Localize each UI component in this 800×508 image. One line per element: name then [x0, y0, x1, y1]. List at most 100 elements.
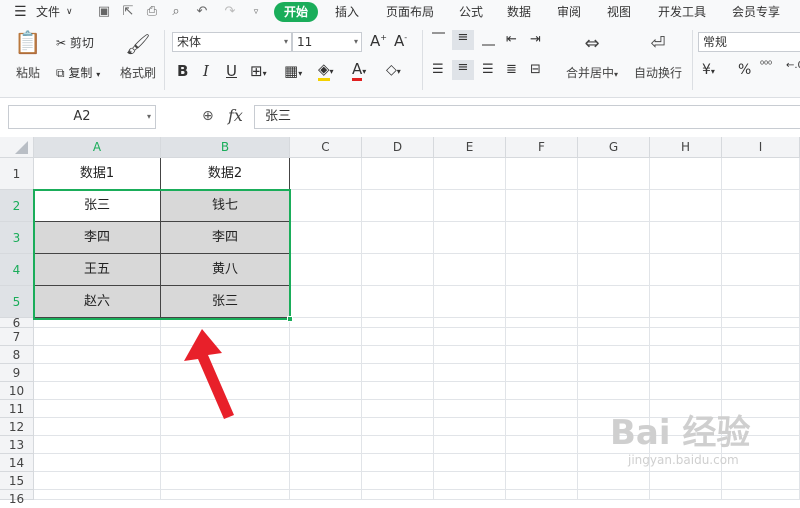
cell-f14[interactable]	[506, 454, 578, 472]
cell-f13[interactable]	[506, 436, 578, 454]
file-menu[interactable]: 文件	[36, 3, 60, 21]
cell-f4[interactable]	[506, 254, 578, 286]
cell-e2[interactable]	[434, 190, 506, 222]
cell-a9[interactable]	[34, 364, 161, 382]
cell-i2[interactable]	[722, 190, 800, 222]
cell-i8[interactable]	[722, 346, 800, 364]
cell-e1[interactable]	[434, 158, 506, 190]
cell-h2[interactable]	[650, 190, 722, 222]
cell-f2[interactable]	[506, 190, 578, 222]
cell-i1[interactable]	[722, 158, 800, 190]
cell-f9[interactable]	[506, 364, 578, 382]
fill-handle[interactable]	[287, 316, 293, 322]
cell-i4[interactable]	[722, 254, 800, 286]
copy-button[interactable]: ⧉ 复制 ▾	[56, 64, 100, 81]
cell-d5[interactable]	[362, 286, 434, 318]
column-header-d[interactable]: D	[362, 137, 434, 158]
row-header-15[interactable]: 15	[0, 472, 34, 490]
cell-e4[interactable]	[434, 254, 506, 286]
cell-d8[interactable]	[362, 346, 434, 364]
row-header-10[interactable]: 10	[0, 382, 34, 400]
cell-c3[interactable]	[290, 222, 362, 254]
cell-b2[interactable]: 钱七	[161, 190, 290, 222]
cell-f8[interactable]	[506, 346, 578, 364]
row-header-4[interactable]: 4	[0, 254, 34, 286]
hamburger-icon[interactable]: ☰	[14, 3, 27, 21]
tab-formula[interactable]: 公式	[454, 2, 488, 22]
row-header-13[interactable]: 13	[0, 436, 34, 454]
tab-home[interactable]: 开始	[274, 2, 318, 22]
cell-c16[interactable]	[290, 490, 362, 500]
cell-b16[interactable]	[161, 490, 290, 500]
cell-f3[interactable]	[506, 222, 578, 254]
cell-f11[interactable]	[506, 400, 578, 418]
cell-c2[interactable]	[290, 190, 362, 222]
cell-i3[interactable]	[722, 222, 800, 254]
column-header-b[interactable]: B	[161, 137, 290, 158]
cell-f15[interactable]	[506, 472, 578, 490]
name-box[interactable]: A2 ▾	[8, 105, 156, 129]
currency-icon[interactable]: ¥▾	[702, 62, 715, 78]
row-header-16[interactable]: 16	[0, 490, 34, 506]
cell-h8[interactable]	[650, 346, 722, 364]
font-name-select[interactable]: 宋体 ▾	[172, 32, 292, 52]
row-header-7[interactable]: 7	[0, 328, 34, 346]
column-header-a[interactable]: A	[34, 137, 161, 158]
decrease-indent-icon[interactable]: ⇤	[506, 32, 517, 47]
clear-format-icon[interactable]: ◇▾	[386, 62, 401, 78]
cell-e15[interactable]	[434, 472, 506, 490]
cell-e14[interactable]	[434, 454, 506, 472]
cell-a15[interactable]	[34, 472, 161, 490]
cell-c8[interactable]	[290, 346, 362, 364]
cell-i9[interactable]	[722, 364, 800, 382]
print-icon[interactable]: ⎙	[144, 4, 160, 20]
cell-d14[interactable]	[362, 454, 434, 472]
cell-c9[interactable]	[290, 364, 362, 382]
row-header-2[interactable]: 2	[0, 190, 34, 222]
cell-a5[interactable]: 赵六	[34, 286, 161, 318]
percent-icon[interactable]: %	[738, 62, 751, 78]
cell-a6[interactable]	[34, 318, 161, 328]
cell-e16[interactable]	[434, 490, 506, 500]
cell-g8[interactable]	[578, 346, 650, 364]
cell-h4[interactable]	[650, 254, 722, 286]
cell-h5[interactable]	[650, 286, 722, 318]
cell-b1[interactable]: 数据2	[161, 158, 290, 190]
align-bottom-icon[interactable]: ⎽	[482, 32, 495, 47]
align-middle-icon[interactable]: ≡	[452, 30, 474, 50]
column-header-g[interactable]: G	[578, 137, 650, 158]
undo-icon[interactable]: ↶	[194, 4, 210, 20]
cell-a16[interactable]	[34, 490, 161, 500]
tab-view[interactable]: 视图	[602, 2, 636, 22]
font-size-select[interactable]: 11 ▾	[292, 32, 362, 52]
column-header-c[interactable]: C	[290, 137, 362, 158]
distribute-icon[interactable]: ⊟	[530, 62, 541, 77]
bold-icon[interactable]: B	[177, 62, 188, 80]
cell-f12[interactable]	[506, 418, 578, 436]
column-header-f[interactable]: F	[506, 137, 578, 158]
cell-c4[interactable]	[290, 254, 362, 286]
cell-a7[interactable]	[34, 328, 161, 346]
cell-a8[interactable]	[34, 346, 161, 364]
cell-d16[interactable]	[362, 490, 434, 500]
border-icon[interactable]: ⊞▾	[250, 62, 267, 80]
thousands-separator-icon[interactable]: ⁰⁰⁰	[760, 60, 772, 71]
row-header-1[interactable]: 1	[0, 158, 34, 190]
row-header-14[interactable]: 14	[0, 454, 34, 472]
format-painter-button[interactable]: 🖌 格式刷	[118, 30, 158, 90]
cell-i7[interactable]	[722, 328, 800, 346]
row-header-9[interactable]: 9	[0, 364, 34, 382]
cell-f7[interactable]	[506, 328, 578, 346]
cell-f5[interactable]	[506, 286, 578, 318]
tab-insert[interactable]: 插入	[330, 2, 364, 22]
cell-d11[interactable]	[362, 400, 434, 418]
cell-a1[interactable]: 数据1	[34, 158, 161, 190]
cell-d3[interactable]	[362, 222, 434, 254]
cut-button[interactable]: ✂ 剪切	[56, 34, 94, 51]
cell-b4[interactable]: 黄八	[161, 254, 290, 286]
cell-c14[interactable]	[290, 454, 362, 472]
column-header-h[interactable]: H	[650, 137, 722, 158]
tab-member[interactable]: 会员专享	[726, 2, 786, 22]
cell-e10[interactable]	[434, 382, 506, 400]
underline-icon[interactable]: U	[226, 62, 237, 80]
